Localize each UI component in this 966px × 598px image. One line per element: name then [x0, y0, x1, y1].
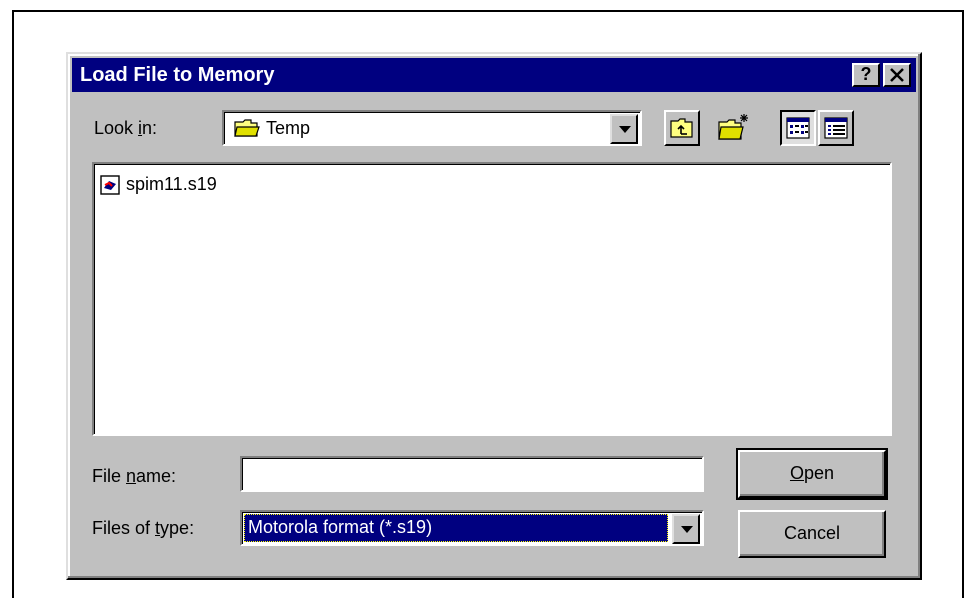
chevron-down-icon	[681, 526, 693, 533]
close-button[interactable]	[883, 63, 911, 87]
new-folder-icon	[718, 114, 748, 140]
folder-icon	[234, 119, 260, 137]
files-of-type-value: Motorola format (*.s19)	[248, 517, 433, 537]
file-name-label-text: File name:	[92, 466, 177, 486]
file-name-label: spim11.s19	[126, 174, 217, 194]
files-of-type-dropdown-button[interactable]	[672, 514, 700, 544]
look-in-value: Temp	[266, 118, 311, 138]
close-icon	[890, 68, 904, 82]
list-view-icon	[786, 117, 810, 139]
file-name-input[interactable]	[240, 456, 704, 492]
look-in-combo[interactable]: Temp	[222, 110, 642, 146]
up-one-level-button[interactable]	[664, 110, 700, 146]
open-button[interactable]: Open	[736, 448, 888, 500]
s19-file-icon	[100, 175, 120, 195]
chevron-down-icon	[619, 126, 631, 133]
files-of-type-select[interactable]: Motorola format (*.s19)	[240, 510, 704, 546]
files-of-type-label: Files of type:	[92, 518, 195, 538]
help-button[interactable]: ?	[852, 63, 880, 87]
look-in-dropdown-button[interactable]	[610, 114, 638, 144]
up-folder-icon	[670, 118, 693, 138]
title-bar[interactable]: Load File to Memory ?	[72, 58, 916, 92]
cancel-button[interactable]: Cancel	[738, 510, 886, 558]
file-list[interactable]: spim11.s19	[92, 162, 892, 436]
create-new-folder-button[interactable]	[716, 110, 752, 146]
load-file-dialog: Load File to Memory ? Look in: Temp spim…	[66, 52, 922, 580]
details-view-icon	[824, 117, 848, 139]
window-title: Load File to Memory	[80, 64, 275, 86]
look-in-label: Look in:	[94, 118, 158, 138]
details-view-button[interactable]	[818, 110, 854, 146]
files-of-type-selection: Motorola format (*.s19)	[244, 514, 668, 542]
list-view-button[interactable]	[780, 110, 816, 146]
